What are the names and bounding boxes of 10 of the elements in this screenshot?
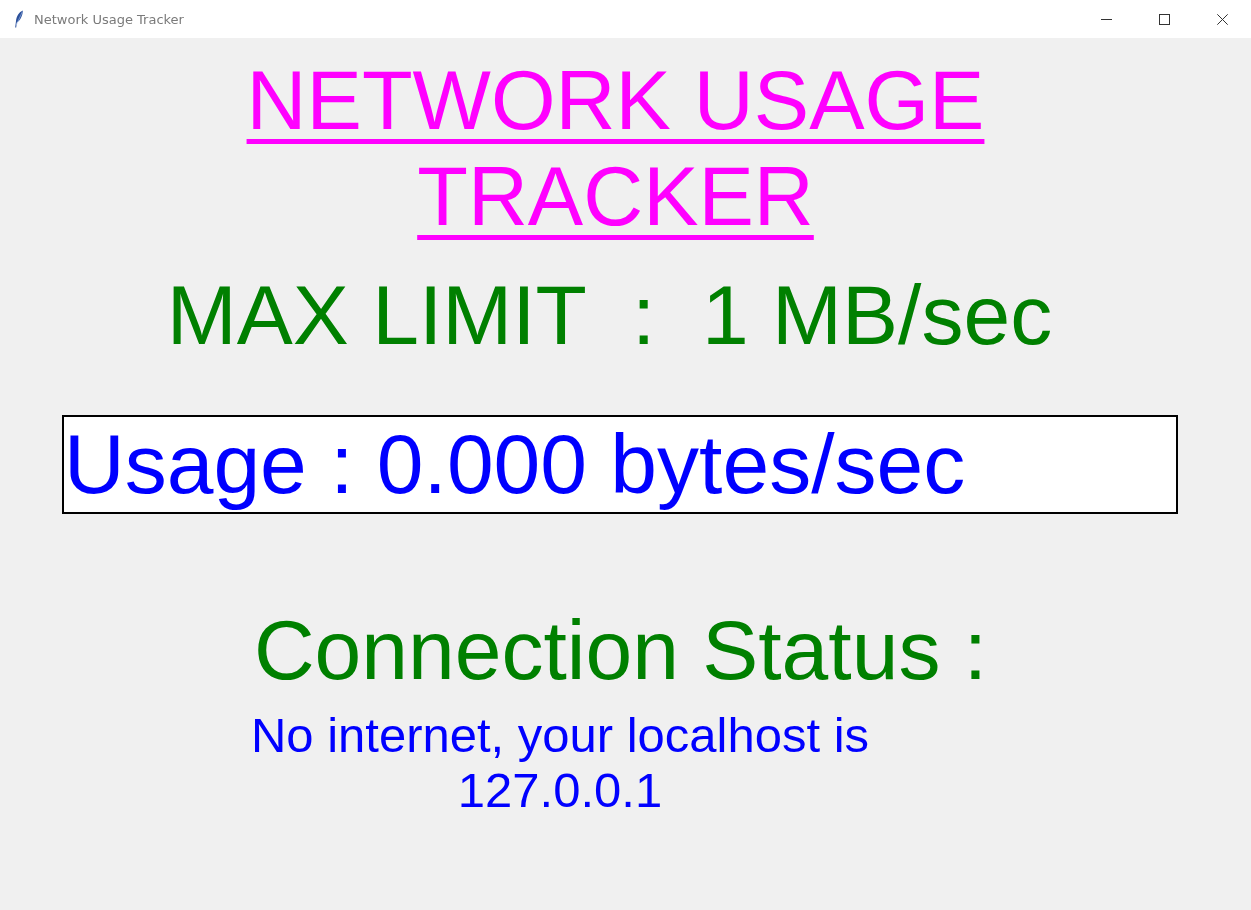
max-limit-label: MAX LIMIT : 1 MB/sec — [166, 267, 1053, 363]
feather-icon — [14, 10, 24, 28]
usage-display: Usage : 0.000 bytes/sec — [62, 415, 1178, 514]
connection-status-label: Connection Status : — [253, 602, 988, 699]
maximize-icon — [1158, 13, 1170, 25]
minimize-icon — [1100, 18, 1112, 20]
app-heading: NETWORK USAGE TRACKER — [245, 53, 986, 245]
connection-message: No internet, your localhost is 127.0.0.1 — [249, 708, 871, 818]
window-title: Network Usage Tracker — [34, 11, 184, 27]
close-icon — [1216, 13, 1228, 25]
